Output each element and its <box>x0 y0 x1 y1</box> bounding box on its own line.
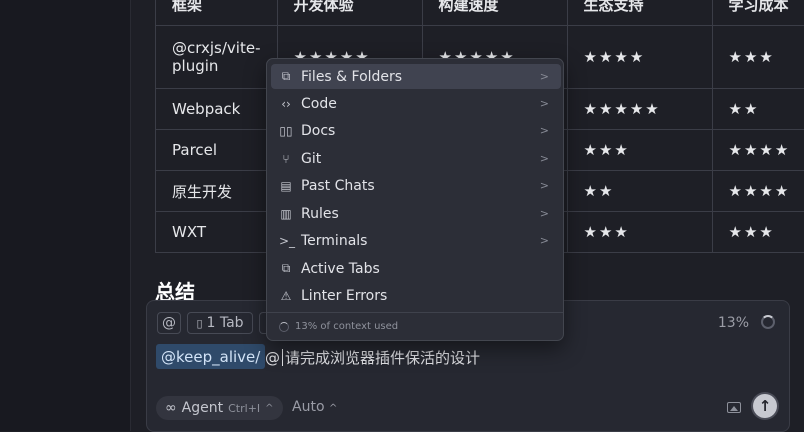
warning-icon: ⚠ <box>279 289 293 303</box>
header-ecosystem: 生态支持 <box>567 0 712 26</box>
input-text: 请完成浏览器插件保活的设计 <box>285 349 480 367</box>
chevron-right-icon: > <box>540 234 549 247</box>
header-build-speed: 构建速度 <box>422 0 567 26</box>
chevron-right-icon: > <box>540 152 549 165</box>
rating-stars: ★★ <box>712 89 804 130</box>
agent-label: Agent <box>182 400 223 416</box>
files-icon: ⧉ <box>279 69 293 84</box>
history-icon: ▤ <box>279 179 293 193</box>
menu-item-docs[interactable]: ▯▯ Docs > <box>271 118 561 143</box>
context-usage-text: 13% of context used <box>295 321 398 332</box>
tabs-icon: ⧉ <box>279 261 293 276</box>
send-button[interactable]: ↑ <box>753 394 777 418</box>
rating-stars: ★★★★★ <box>567 89 712 130</box>
left-panel <box>0 0 131 431</box>
context-percentage: 13% <box>718 315 749 331</box>
terminal-icon: >_ <box>279 234 293 248</box>
chevron-right-icon: > <box>540 124 549 137</box>
rating-stars: ★★★★ <box>712 130 804 171</box>
row-name: WXT <box>156 212 278 253</box>
auto-label: Auto <box>292 399 325 415</box>
rating-stars: ★★★★ <box>712 171 804 212</box>
tab-chip-label: 1 Tab <box>207 315 244 331</box>
menu-item-label: Past Chats <box>301 178 375 194</box>
menu-item-label: Git <box>301 151 321 167</box>
menu-item-label: Linter Errors <box>301 288 387 304</box>
agent-shortcut: Ctrl+I <box>228 402 260 415</box>
chevron-right-icon: > <box>540 70 549 83</box>
menu-item-terminals[interactable]: >_ Terminals > <box>271 228 561 253</box>
agent-mode-selector[interactable]: ∞ Agent Ctrl+I ^ <box>156 396 283 420</box>
menu-divider <box>267 312 563 313</box>
mention-tag[interactable]: @keep_alive/ <box>156 344 265 369</box>
book-icon: ▯▯ <box>279 124 293 138</box>
menu-item-code[interactable]: ‹› Code > <box>271 91 561 116</box>
rating-stars: ★★★ <box>712 212 804 253</box>
menu-item-label: Active Tabs <box>301 261 380 277</box>
header-dev-experience: 开发体验 <box>277 0 422 26</box>
menu-item-files-folders[interactable]: ⧉ Files & Folders > <box>271 64 561 89</box>
image-icon[interactable] <box>727 402 741 413</box>
context-usage-footer: 13% of context used <box>279 321 398 332</box>
infinity-icon: ∞ <box>165 400 177 416</box>
menu-item-past-chats[interactable]: ▤ Past Chats > <box>271 173 561 198</box>
context-usage-ring-icon <box>761 315 775 329</box>
add-context-button[interactable]: @ <box>157 312 181 334</box>
rating-stars: ★★ <box>567 171 712 212</box>
header-framework: 框架 <box>156 0 278 26</box>
row-name: Webpack <box>156 89 278 130</box>
menu-item-label: Code <box>301 96 337 112</box>
chevron-right-icon: > <box>540 207 549 220</box>
model-selector[interactable]: Auto ^ <box>292 399 337 415</box>
at-prefix: @ <box>265 349 280 367</box>
menu-item-label: Docs <box>301 123 335 139</box>
chevron-right-icon: > <box>540 179 549 192</box>
chevron-right-icon: > <box>540 97 549 110</box>
row-name: Parcel <box>156 130 278 171</box>
tab-context-chip[interactable]: ▯ 1 Tab <box>187 312 253 334</box>
row-name: 原生开发 <box>156 171 278 212</box>
message-input[interactable]: @ 请完成浏览器插件保活的设计 <box>265 347 480 368</box>
code-icon: ‹› <box>279 97 293 111</box>
rating-stars: ★★★ <box>567 212 712 253</box>
rating-stars: ★★★ <box>712 26 804 89</box>
rating-stars: ★★★★ <box>567 26 712 89</box>
chevron-up-icon: ^ <box>329 403 337 414</box>
rules-icon: ▥ <box>279 207 293 221</box>
menu-item-rules[interactable]: ▥ Rules > <box>271 201 561 226</box>
text-caret <box>282 349 283 366</box>
tab-icon: ▯ <box>196 317 202 330</box>
chevron-up-icon: ^ <box>265 403 273 414</box>
menu-item-git[interactable]: ⑂ Git > <box>271 146 561 171</box>
menu-item-label: Files & Folders <box>301 69 402 85</box>
table-header-row: 框架 开发体验 构建速度 生态支持 学习成本 <box>156 0 804 26</box>
context-menu: ⧉ Files & Folders > ‹› Code > ▯▯ Docs > … <box>266 58 564 341</box>
header-learning-cost: 学习成本 <box>712 0 804 26</box>
menu-item-label: Rules <box>301 206 339 222</box>
git-branch-icon: ⑂ <box>279 152 293 166</box>
rating-stars: ★★★ <box>567 130 712 171</box>
context-usage-ring-icon <box>279 322 289 332</box>
menu-item-label: Terminals <box>301 233 367 249</box>
row-name: @crxjs/vite-plugin <box>156 26 278 89</box>
menu-item-linter-errors[interactable]: ⚠ Linter Errors <box>271 283 561 308</box>
menu-item-active-tabs[interactable]: ⧉ Active Tabs <box>271 256 561 281</box>
